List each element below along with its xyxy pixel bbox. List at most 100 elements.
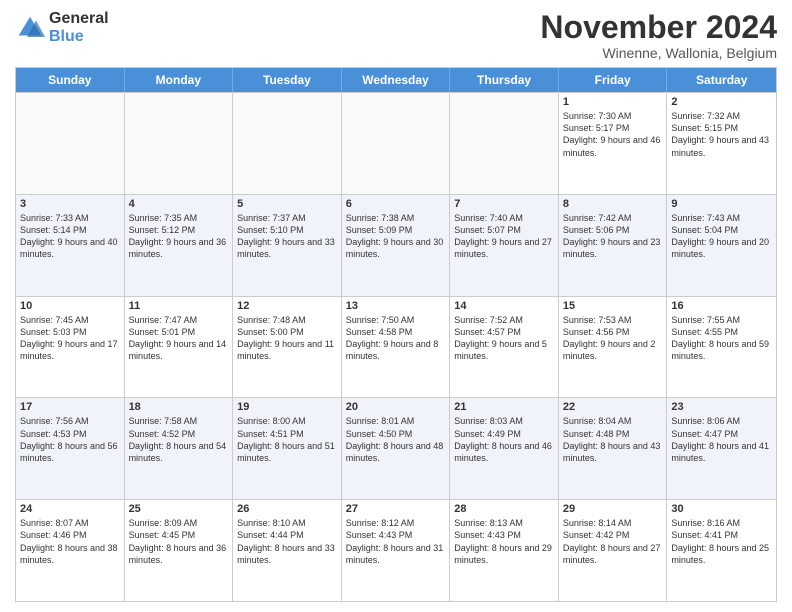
calendar-cell xyxy=(233,93,342,194)
day-number: 2 xyxy=(671,96,772,108)
day-number: 27 xyxy=(346,503,446,515)
day-info: Sunrise: 8:03 AM Sunset: 4:49 PM Dayligh… xyxy=(454,415,554,464)
day-number: 18 xyxy=(129,401,229,413)
day-number: 11 xyxy=(129,300,229,312)
day-info: Sunrise: 7:33 AM Sunset: 5:14 PM Dayligh… xyxy=(20,212,120,261)
calendar-header-cell: Tuesday xyxy=(233,68,342,92)
calendar-cell: 14Sunrise: 7:52 AM Sunset: 4:57 PM Dayli… xyxy=(450,297,559,398)
calendar-cell xyxy=(342,93,451,194)
day-info: Sunrise: 7:50 AM Sunset: 4:58 PM Dayligh… xyxy=(346,314,446,363)
day-info: Sunrise: 8:00 AM Sunset: 4:51 PM Dayligh… xyxy=(237,415,337,464)
day-info: Sunrise: 7:47 AM Sunset: 5:01 PM Dayligh… xyxy=(129,314,229,363)
calendar-cell: 20 Sunrise: 8:01 AM Sunset: 4:50 PM Dayli… xyxy=(342,398,451,499)
logo: General Blue xyxy=(15,10,109,45)
calendar-cell: 6Sunrise: 7:38 AM Sunset: 5:09 PM Daylig… xyxy=(342,195,451,296)
day-info: Sunrise: 7:58 AM Sunset: 4:52 PM Dayligh… xyxy=(129,415,229,464)
calendar-cell: 26 Sunrise: 8:10 AM Sunset: 4:44 PM Dayli… xyxy=(233,500,342,601)
day-number: 23 xyxy=(671,401,772,413)
logo-blue-text: Blue xyxy=(49,28,109,46)
logo-general-text: General xyxy=(49,10,109,28)
calendar-cell: 16Sunrise: 7:55 AM Sunset: 4:55 PM Dayli… xyxy=(667,297,776,398)
day-number: 22 xyxy=(563,401,663,413)
day-number: 26 xyxy=(237,503,337,515)
day-number: 3 xyxy=(20,198,120,210)
calendar-week: 1Sunrise: 7:30 AM Sunset: 5:17 PM Daylig… xyxy=(16,92,776,194)
calendar-cell: 28Sunrise: 8:13 AM Sunset: 4:43 PM Dayli… xyxy=(450,500,559,601)
calendar-header-cell: Sunday xyxy=(16,68,125,92)
calendar-cell xyxy=(16,93,125,194)
calendar-cell: 13 Sunrise: 7:50 AM Sunset: 4:58 PM Dayli… xyxy=(342,297,451,398)
logo-text: General Blue xyxy=(49,10,109,45)
calendar-header-cell: Saturday xyxy=(667,68,776,92)
day-number: 9 xyxy=(671,198,772,210)
header: General Blue November 2024 Winenne, Wall… xyxy=(15,10,777,61)
logo-icon xyxy=(15,13,45,43)
day-info: Sunrise: 8:01 AM Sunset: 4:50 PM Dayligh… xyxy=(346,415,446,464)
calendar-week: 17Sunrise: 7:56 AM Sunset: 4:53 PM Dayli… xyxy=(16,397,776,499)
day-info: Sunrise: 7:53 AM Sunset: 4:56 PM Dayligh… xyxy=(563,314,663,363)
day-number: 7 xyxy=(454,198,554,210)
calendar-cell: 23 Sunrise: 8:06 AM Sunset: 4:47 PM Dayli… xyxy=(667,398,776,499)
calendar-cell: 25Sunrise: 8:09 AM Sunset: 4:45 PM Dayli… xyxy=(125,500,234,601)
calendar-cell: 12 Sunrise: 7:48 AM Sunset: 5:00 PM Dayli… xyxy=(233,297,342,398)
calendar-cell: 17Sunrise: 7:56 AM Sunset: 4:53 PM Dayli… xyxy=(16,398,125,499)
day-info: Sunrise: 7:52 AM Sunset: 4:57 PM Dayligh… xyxy=(454,314,554,363)
day-info: Sunrise: 7:40 AM Sunset: 5:07 PM Dayligh… xyxy=(454,212,554,261)
day-number: 24 xyxy=(20,503,120,515)
day-info: Sunrise: 7:43 AM Sunset: 5:04 PM Dayligh… xyxy=(671,212,772,261)
day-number: 1 xyxy=(563,96,663,108)
day-info: Sunrise: 8:10 AM Sunset: 4:44 PM Dayligh… xyxy=(237,517,337,566)
day-info: Sunrise: 8:14 AM Sunset: 4:42 PM Dayligh… xyxy=(563,517,663,566)
day-number: 13 xyxy=(346,300,446,312)
day-info: Sunrise: 8:12 AM Sunset: 4:43 PM Dayligh… xyxy=(346,517,446,566)
calendar-week: 3 Sunrise: 7:33 AM Sunset: 5:14 PM Daylig… xyxy=(16,194,776,296)
calendar-cell xyxy=(125,93,234,194)
calendar-cell: 2 Sunrise: 7:32 AM Sunset: 5:15 PM Daylig… xyxy=(667,93,776,194)
calendar-cell: 24 Sunrise: 8:07 AM Sunset: 4:46 PM Dayli… xyxy=(16,500,125,601)
calendar-header-cell: Friday xyxy=(559,68,668,92)
day-info: Sunrise: 7:35 AM Sunset: 5:12 PM Dayligh… xyxy=(129,212,229,261)
day-info: Sunrise: 8:06 AM Sunset: 4:47 PM Dayligh… xyxy=(671,415,772,464)
calendar-cell: 27 Sunrise: 8:12 AM Sunset: 4:43 PM Dayli… xyxy=(342,500,451,601)
day-number: 19 xyxy=(237,401,337,413)
calendar-body: 1Sunrise: 7:30 AM Sunset: 5:17 PM Daylig… xyxy=(16,92,776,601)
calendar-week: 24 Sunrise: 8:07 AM Sunset: 4:46 PM Dayli… xyxy=(16,499,776,601)
calendar-week: 10 Sunrise: 7:45 AM Sunset: 5:03 PM Dayli… xyxy=(16,296,776,398)
calendar-cell: 7 Sunrise: 7:40 AM Sunset: 5:07 PM Daylig… xyxy=(450,195,559,296)
day-number: 12 xyxy=(237,300,337,312)
day-info: Sunrise: 8:16 AM Sunset: 4:41 PM Dayligh… xyxy=(671,517,772,566)
day-info: Sunrise: 7:45 AM Sunset: 5:03 PM Dayligh… xyxy=(20,314,120,363)
calendar-cell: 8 Sunrise: 7:42 AM Sunset: 5:06 PM Daylig… xyxy=(559,195,668,296)
calendar-cell: 21Sunrise: 8:03 AM Sunset: 4:49 PM Dayli… xyxy=(450,398,559,499)
day-info: Sunrise: 7:37 AM Sunset: 5:10 PM Dayligh… xyxy=(237,212,337,261)
day-info: Sunrise: 7:42 AM Sunset: 5:06 PM Dayligh… xyxy=(563,212,663,261)
title-block: November 2024 Winenne, Wallonia, Belgium xyxy=(540,10,777,61)
day-number: 29 xyxy=(563,503,663,515)
calendar-cell: 19 Sunrise: 8:00 AM Sunset: 4:51 PM Dayli… xyxy=(233,398,342,499)
day-number: 10 xyxy=(20,300,120,312)
calendar-header-cell: Thursday xyxy=(450,68,559,92)
day-number: 30 xyxy=(671,503,772,515)
month-title: November 2024 xyxy=(540,10,777,45)
day-number: 16 xyxy=(671,300,772,312)
calendar-cell: 29 Sunrise: 8:14 AM Sunset: 4:42 PM Dayli… xyxy=(559,500,668,601)
day-number: 8 xyxy=(563,198,663,210)
calendar-cell: 11 Sunrise: 7:47 AM Sunset: 5:01 PM Dayli… xyxy=(125,297,234,398)
calendar-cell: 15Sunrise: 7:53 AM Sunset: 4:56 PM Dayli… xyxy=(559,297,668,398)
calendar-header-row: SundayMondayTuesdayWednesdayThursdayFrid… xyxy=(16,68,776,92)
day-info: Sunrise: 8:04 AM Sunset: 4:48 PM Dayligh… xyxy=(563,415,663,464)
calendar-cell: 22 Sunrise: 8:04 AM Sunset: 4:48 PM Dayli… xyxy=(559,398,668,499)
day-number: 6 xyxy=(346,198,446,210)
calendar: SundayMondayTuesdayWednesdayThursdayFrid… xyxy=(15,67,777,602)
calendar-cell: 30 Sunrise: 8:16 AM Sunset: 4:41 PM Dayli… xyxy=(667,500,776,601)
calendar-header-cell: Wednesday xyxy=(342,68,451,92)
day-info: Sunrise: 7:32 AM Sunset: 5:15 PM Dayligh… xyxy=(671,110,772,159)
day-info: Sunrise: 8:07 AM Sunset: 4:46 PM Dayligh… xyxy=(20,517,120,566)
day-info: Sunrise: 7:48 AM Sunset: 5:00 PM Dayligh… xyxy=(237,314,337,363)
location-subtitle: Winenne, Wallonia, Belgium xyxy=(540,45,777,61)
calendar-cell: 1Sunrise: 7:30 AM Sunset: 5:17 PM Daylig… xyxy=(559,93,668,194)
day-number: 28 xyxy=(454,503,554,515)
day-number: 17 xyxy=(20,401,120,413)
day-number: 5 xyxy=(237,198,337,210)
day-number: 20 xyxy=(346,401,446,413)
